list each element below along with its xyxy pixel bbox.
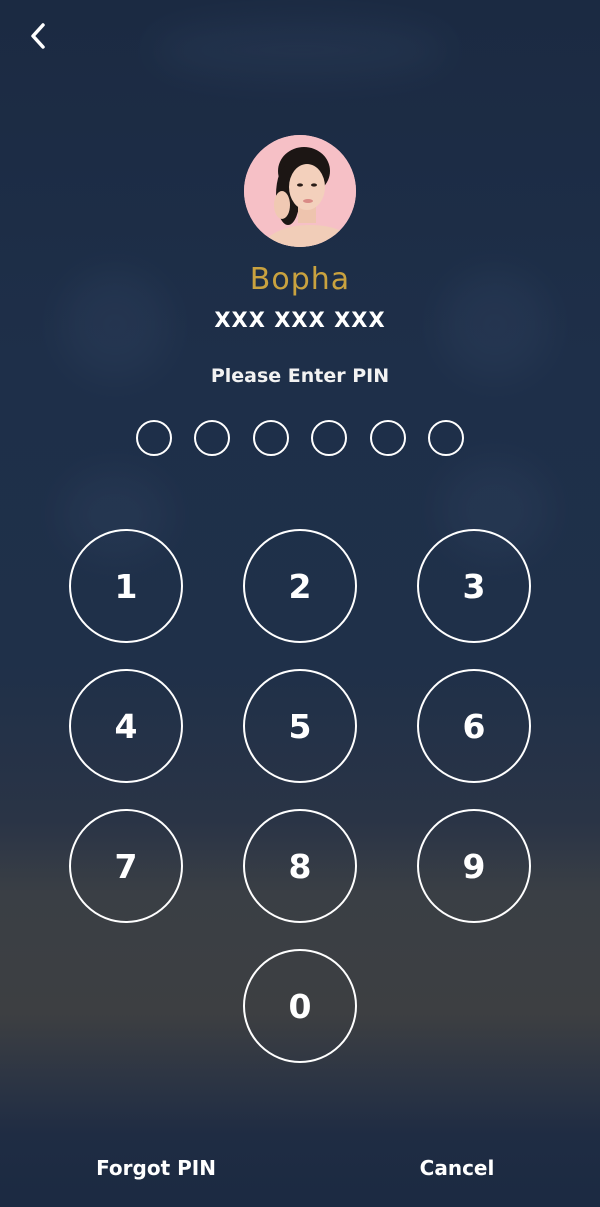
key-9[interactable]: 9 bbox=[417, 809, 531, 923]
pin-dot bbox=[370, 420, 406, 456]
background-blur-shape bbox=[150, 20, 450, 80]
forgot-pin-button[interactable]: Forgot PIN bbox=[76, 1156, 236, 1180]
pin-indicator bbox=[136, 420, 466, 456]
pin-dot bbox=[253, 420, 289, 456]
key-2[interactable]: 2 bbox=[243, 529, 357, 643]
cancel-button[interactable]: Cancel bbox=[397, 1156, 517, 1180]
pin-prompt: Please Enter PIN bbox=[210, 365, 390, 387]
key-5[interactable]: 5 bbox=[243, 669, 357, 783]
user-phone-number: XXX XXX XXX bbox=[214, 308, 386, 332]
key-3[interactable]: 3 bbox=[417, 529, 531, 643]
back-button[interactable] bbox=[18, 18, 58, 58]
chevron-left-icon bbox=[27, 21, 49, 56]
pin-dot bbox=[136, 420, 172, 456]
user-name: Bopha bbox=[249, 262, 351, 297]
pin-dot bbox=[311, 420, 347, 456]
key-7[interactable]: 7 bbox=[69, 809, 183, 923]
pin-dot bbox=[428, 420, 464, 456]
key-4[interactable]: 4 bbox=[69, 669, 183, 783]
key-1[interactable]: 1 bbox=[69, 529, 183, 643]
key-0[interactable]: 0 bbox=[243, 949, 357, 1063]
key-6[interactable]: 6 bbox=[417, 669, 531, 783]
avatar bbox=[244, 135, 356, 247]
pin-dot bbox=[194, 420, 230, 456]
key-8[interactable]: 8 bbox=[243, 809, 357, 923]
